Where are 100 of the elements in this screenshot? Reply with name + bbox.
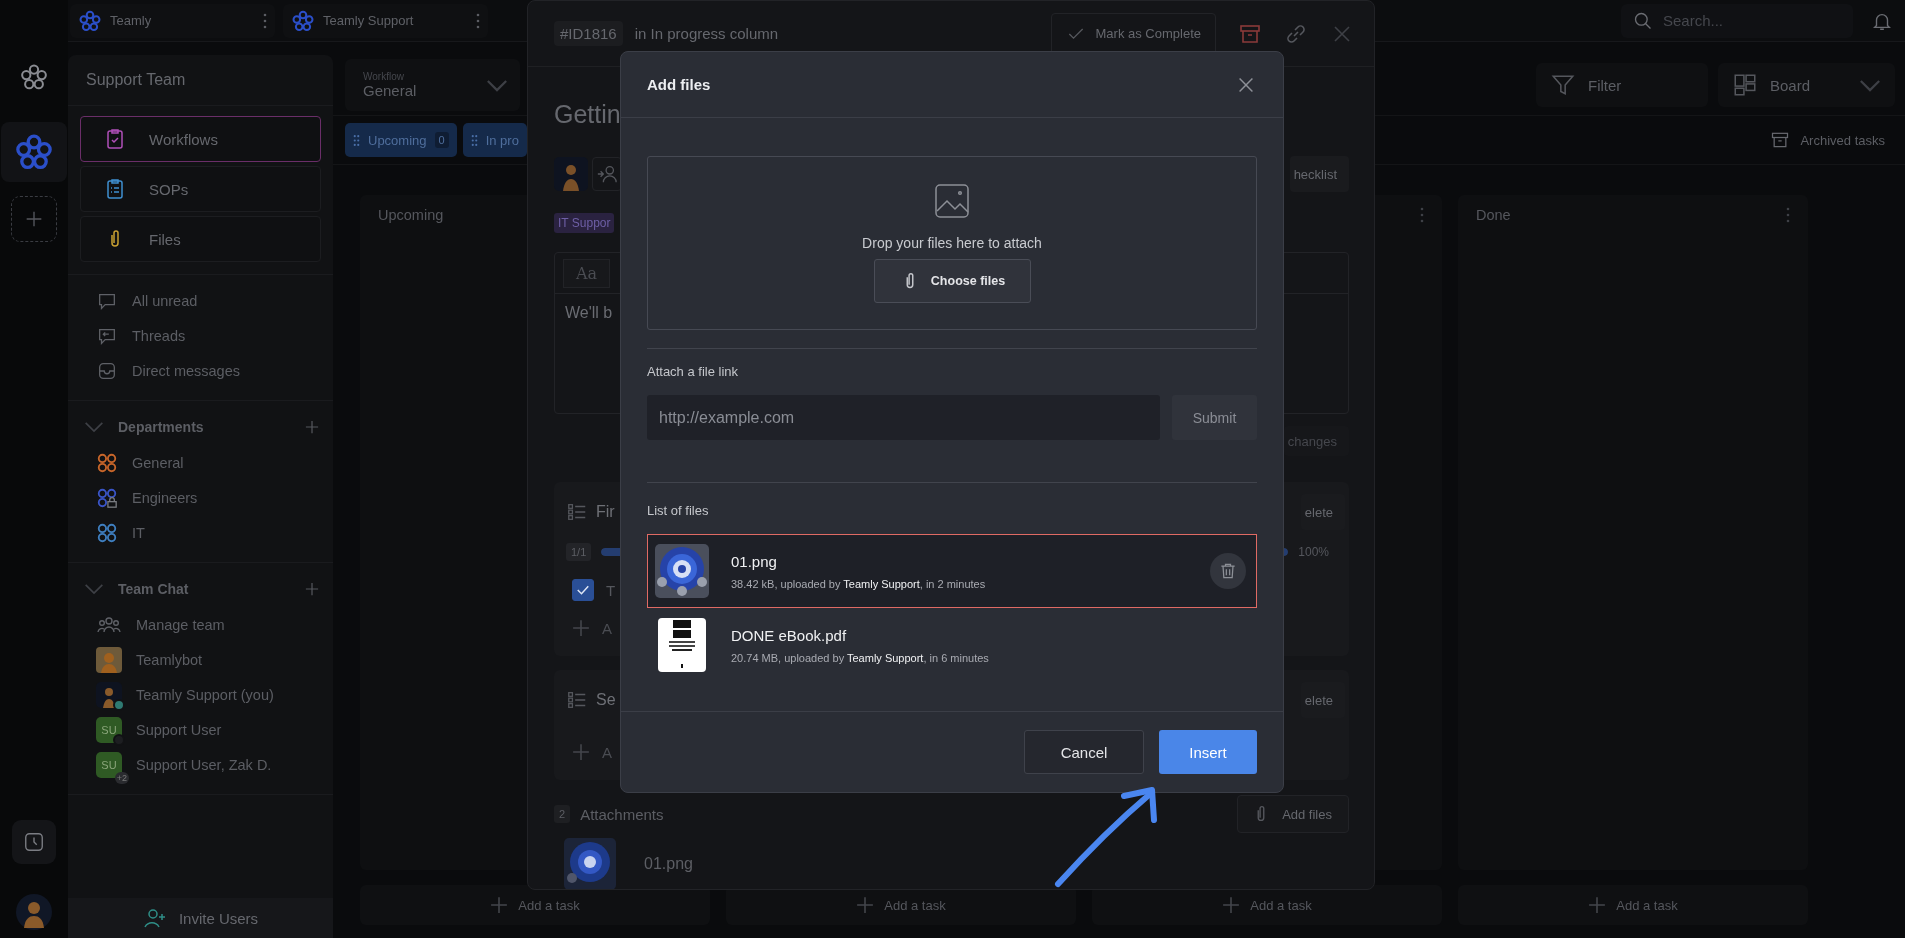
logo-icon	[14, 132, 54, 172]
add-files-button[interactable]: Add files	[1237, 795, 1349, 833]
avatar-icon[interactable]	[16, 894, 52, 930]
drag-handle-icon	[470, 133, 478, 147]
checklist-item: T	[606, 581, 616, 599]
section-title[interactable]: Departments	[118, 419, 291, 435]
section-title[interactable]: Team Chat	[118, 581, 291, 597]
list-label: List of files	[647, 503, 710, 518]
choose-files-button[interactable]: Choose files	[873, 259, 1031, 303]
chevron-icon[interactable]	[84, 583, 104, 595]
attachments-title: Attachments	[580, 805, 664, 823]
drag-handle-icon	[353, 133, 360, 147]
checklist-button[interactable]: hecklist	[1289, 156, 1349, 192]
attachment-count: 2	[554, 805, 571, 823]
sidebar-link[interactable]: All unread	[68, 283, 333, 318]
file-name: 01.png	[731, 552, 777, 570]
chat-item[interactable]: Manage team	[68, 607, 333, 642]
sidebar-nav-item[interactable]: SOPs	[80, 166, 321, 212]
task-id: #ID1816	[554, 21, 623, 46]
file-details: 38.42 kB, uploaded by Teamly Support, in 2 minutes	[731, 577, 986, 590]
plus-icon	[490, 896, 509, 914]
file-row[interactable]: 01.png 38.42 kB, uploaded by Teamly Support, in 2 minutes	[647, 534, 1257, 608]
chat-item[interactable]: SU Support User	[68, 712, 333, 747]
add-user-icon	[596, 163, 618, 185]
task-title: Gettin	[554, 99, 621, 130]
workspace-button[interactable]	[1, 122, 67, 182]
avatar-icon	[96, 681, 122, 708]
task-tag: IT Suppor	[554, 213, 615, 233]
submit-button[interactable]: Submit	[1172, 395, 1257, 440]
search-icon	[1633, 10, 1653, 31]
add-user-icon	[142, 906, 167, 930]
avatar-icon	[554, 157, 588, 191]
plus-icon	[1588, 896, 1607, 914]
more-icon[interactable]	[476, 12, 480, 29]
more-icon[interactable]	[1420, 207, 1424, 223]
file-row[interactable]: DONE eBook.pdf 20.74 MB, uploaded by Teamly Support, in 6 minutes	[647, 614, 1257, 676]
column-chip[interactable]: Upcoming 0	[345, 123, 457, 157]
plus-icon	[572, 619, 590, 637]
clock-button[interactable]	[12, 820, 56, 864]
chat-item[interactable]: Teamlybot	[68, 642, 333, 677]
plus-icon	[1222, 896, 1241, 914]
checklist-title: Se	[596, 691, 616, 709]
clock-icon	[23, 831, 45, 853]
chat-item[interactable]: SU +2 Support User, Zak D.	[68, 747, 333, 782]
add-task-button[interactable]: Add a task	[1458, 885, 1808, 925]
image-icon	[934, 183, 970, 219]
chevron-icon[interactable]	[84, 421, 104, 433]
add-icon[interactable]	[305, 420, 319, 434]
column-chip[interactable]: In pro	[462, 123, 527, 157]
progress-percent: 100%	[1298, 545, 1329, 559]
link-label: Attach a file link	[647, 364, 740, 379]
checkbox[interactable]	[572, 579, 594, 601]
checklist-title: Fir	[596, 503, 615, 521]
archived-tasks-link[interactable]: Archived tasks	[1770, 130, 1885, 150]
column-title: Done	[1476, 207, 1511, 223]
plus-icon	[856, 896, 875, 914]
checklist-icon	[566, 501, 588, 523]
cancel-button[interactable]: Cancel	[1024, 730, 1144, 774]
description-text: We'll b	[565, 304, 613, 322]
sidebar-nav-item[interactable]: Files	[80, 216, 321, 262]
drop-zone[interactable]: Drop your files here to attach Choose files	[647, 156, 1257, 330]
dialog-title: Add files	[647, 76, 711, 93]
sidebar-link[interactable]: Threads	[68, 318, 333, 353]
sidebar-nav-item[interactable]: Workflows	[80, 116, 321, 162]
logo-icon	[291, 8, 315, 33]
plus-icon	[572, 743, 590, 761]
team-title: Support Team	[68, 55, 333, 106]
avatar-icon	[96, 646, 122, 673]
department-item[interactable]: Engineers	[68, 480, 333, 515]
invite-users-button[interactable]: Invite Users	[68, 898, 333, 938]
task-location: in In progress column	[634, 25, 779, 42]
search-field[interactable]: Search...	[1621, 3, 1853, 38]
add-task-button[interactable]: Add a task	[360, 885, 710, 925]
add-icon[interactable]	[305, 582, 319, 596]
filter-button[interactable]: Filter	[1536, 63, 1708, 107]
grid-icon	[1732, 72, 1758, 98]
workflow-select[interactable]: Workflow General	[345, 59, 520, 111]
drop-hint: Drop your files here to attach	[862, 235, 1042, 251]
logo-icon	[78, 8, 102, 33]
insert-button[interactable]: Insert	[1159, 730, 1257, 774]
attachment-name: 01.png	[644, 855, 693, 873]
view-select[interactable]: Board	[1718, 63, 1895, 107]
chevron-icon	[486, 78, 508, 92]
file-name: DONE eBook.pdf	[731, 626, 847, 644]
department-item[interactable]: IT	[68, 515, 333, 550]
more-icon[interactable]	[1786, 207, 1790, 223]
logo-icon[interactable]	[19, 62, 49, 92]
progress-count: 1/1	[566, 543, 592, 561]
chat-item[interactable]: Teamly Support (you)	[68, 677, 333, 712]
file-details: 20.74 MB, uploaded by Teamly Support, in 6 minutes	[731, 651, 989, 664]
link-input[interactable]: http://example.com	[647, 395, 1160, 440]
sidebar-link[interactable]: Direct messages	[68, 353, 333, 388]
delete-button[interactable]	[1210, 553, 1246, 589]
more-icon[interactable]	[263, 12, 267, 29]
lock-icon	[107, 496, 117, 508]
checklist-icon	[566, 689, 588, 711]
trash-icon	[1218, 561, 1238, 581]
department-item[interactable]: General	[68, 445, 333, 480]
add-workspace-button[interactable]	[11, 196, 57, 242]
column-title: Upcoming	[378, 207, 444, 223]
